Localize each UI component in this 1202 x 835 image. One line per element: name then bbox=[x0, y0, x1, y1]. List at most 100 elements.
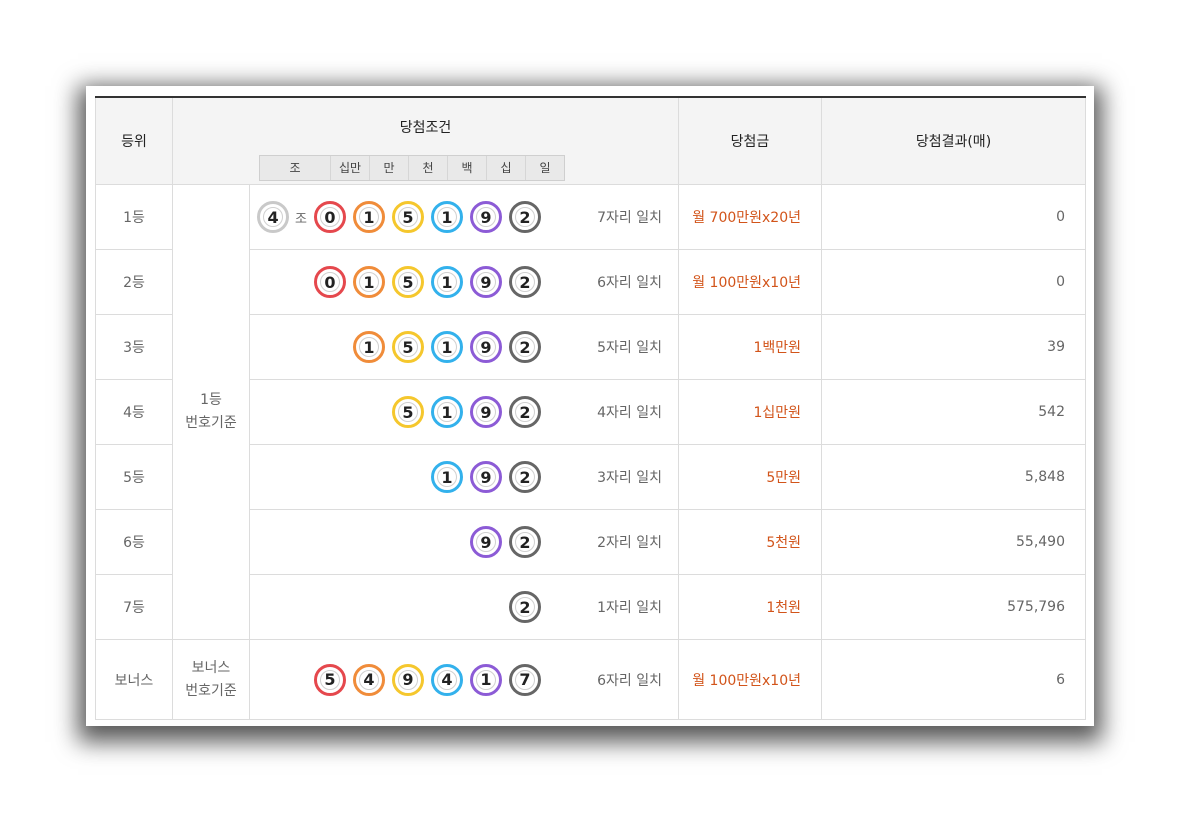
digit-ball-number: 7 bbox=[519, 670, 531, 689]
digit-ball: 9 bbox=[470, 396, 502, 428]
digit-ball-number: 4 bbox=[363, 670, 375, 689]
digit-label-hundred: 백 bbox=[447, 156, 486, 180]
digit-balls: 1 5 1 9 2 bbox=[346, 331, 541, 363]
digit-ball: 1 bbox=[353, 201, 385, 233]
jo-ball: 4 bbox=[257, 201, 290, 233]
match-text: 2자리 일치 bbox=[597, 535, 662, 551]
digit-ball: 1 bbox=[353, 331, 385, 363]
rank-cell: 3등 bbox=[95, 314, 173, 380]
match-text: 3자리 일치 bbox=[597, 470, 662, 486]
match-text: 4자리 일치 bbox=[597, 405, 662, 421]
table-row-bonus: 보너스 보너스 번호기준 5 4 9 4 1 7 6자리 일치 월 100만원x10년 6 bbox=[95, 639, 1086, 720]
table-row: 1등 1등 번호기준 4 조 015192 7자리 일치 월 700만원x20년… bbox=[95, 184, 1086, 640]
digit-ball: 1 bbox=[431, 266, 463, 298]
digit-ball-number: 1 bbox=[363, 337, 375, 357]
digit-ball-number: 9 bbox=[480, 272, 492, 292]
table-header-row: 등위 당첨조건 조 십만 만 천 백 십 일 당첨금 당첨결과(매) bbox=[95, 96, 1086, 185]
balls-cell: 5 4 9 4 1 7 6자리 일치 bbox=[249, 639, 679, 720]
digit-ball: 5 bbox=[314, 663, 346, 696]
digit-label-one: 일 bbox=[525, 156, 564, 180]
digit-ball: 1 bbox=[431, 461, 463, 493]
prize-cell: 1십만원 bbox=[678, 379, 822, 445]
digit-ball-number: 1 bbox=[441, 337, 453, 357]
digit-ball: 9 bbox=[392, 663, 424, 696]
rank-cell: 2등 bbox=[95, 249, 173, 315]
digit-ball: 5 bbox=[392, 396, 424, 428]
digit-ball: 2 bbox=[509, 331, 541, 363]
digit-ball-number: 1 bbox=[480, 670, 492, 689]
balls-cell: 4 조 0 1 5 1 9 2 7자리 일치 bbox=[249, 184, 679, 250]
basis-cell-bonus: 보너스 번호기준 bbox=[172, 639, 250, 720]
digit-ball-number: 4 bbox=[441, 670, 453, 689]
digit-ball-number: 2 bbox=[519, 597, 531, 617]
ball-group: 5 4 9 4 1 7 bbox=[307, 663, 541, 696]
jo-label: 조 bbox=[295, 211, 307, 227]
digit-ball-number: 2 bbox=[519, 467, 531, 487]
digit-ball: 2 bbox=[509, 526, 541, 558]
ball-group: 5 1 9 2 bbox=[385, 396, 541, 428]
header-result: 당첨결과(매) bbox=[821, 96, 1086, 185]
digit-ball: 4 bbox=[353, 663, 385, 696]
digit-ball: 1 bbox=[431, 201, 463, 233]
digit-ball-number: 1 bbox=[363, 207, 375, 227]
digit-ball-number: 0 bbox=[324, 272, 336, 292]
header-rank: 등위 bbox=[95, 96, 173, 185]
rank-cell: 5등 bbox=[95, 444, 173, 510]
prize-cell: 월 700만원x20년 bbox=[678, 184, 822, 250]
basis-main-line2: 번호기준 bbox=[185, 415, 237, 431]
ball-group: 4 조 0 1 5 1 9 2 bbox=[250, 201, 541, 233]
digit-ball: 9 bbox=[470, 201, 502, 233]
digit-ball: 5 bbox=[392, 201, 424, 233]
jo-ball-number: 4 bbox=[267, 207, 279, 227]
digit-ball: 9 bbox=[470, 526, 502, 558]
digit-balls: 0 1 5 1 9 2 bbox=[307, 201, 541, 233]
prize-cell: 1백만원 bbox=[678, 314, 822, 380]
count-cell: 575,796 bbox=[821, 574, 1086, 640]
digit-label-thousand: 천 bbox=[408, 156, 447, 180]
digit-ball-number: 2 bbox=[519, 402, 531, 422]
header-condition: 당첨조건 조 십만 만 천 백 십 일 bbox=[172, 96, 679, 185]
rank-cell: 1등 bbox=[95, 184, 173, 250]
count-cell: 6 bbox=[821, 639, 1086, 720]
digit-ball-number: 9 bbox=[480, 402, 492, 422]
digit-balls: 1 9 2 bbox=[424, 461, 541, 493]
digit-ball: 1 bbox=[431, 396, 463, 428]
balls-cell: 92 2자리 일치 bbox=[249, 509, 679, 575]
digit-ball-number: 1 bbox=[441, 272, 453, 292]
digit-ball: 2 bbox=[509, 201, 541, 233]
header-condition-title: 당첨조건 bbox=[399, 120, 452, 136]
digit-label-hundred-thousand: 십만 bbox=[330, 156, 369, 180]
count-cell: 0 bbox=[821, 184, 1086, 250]
digit-ball-number: 9 bbox=[480, 532, 492, 552]
digit-ball-number: 2 bbox=[519, 337, 531, 357]
rank-cell: 6등 bbox=[95, 509, 173, 575]
winning-conditions-table: 등위 당첨조건 조 십만 만 천 백 십 일 당첨금 당첨결과(매) 1등 1등… bbox=[95, 96, 1086, 720]
header-prize: 당첨금 bbox=[678, 96, 822, 185]
digit-ball-number: 9 bbox=[480, 207, 492, 227]
digit-ball-number: 9 bbox=[480, 337, 492, 357]
match-text: 7자리 일치 bbox=[597, 210, 662, 226]
digit-ball: 1 bbox=[431, 331, 463, 363]
digit-place-labels: 조 십만 만 천 백 십 일 bbox=[259, 155, 565, 181]
match-text: 1자리 일치 bbox=[597, 600, 662, 616]
basis-cell-main: 1등 번호기준 bbox=[172, 184, 250, 640]
count-cell: 542 bbox=[821, 379, 1086, 445]
count-cell: 5,848 bbox=[821, 444, 1086, 510]
digit-ball: 5 bbox=[392, 266, 424, 298]
digit-label-ten-thousand: 만 bbox=[369, 156, 408, 180]
ball-group: 92 bbox=[463, 526, 541, 558]
ball-group: 2 bbox=[502, 591, 541, 623]
digit-label-jo: 조 bbox=[289, 161, 301, 175]
digit-ball: 9 bbox=[470, 266, 502, 298]
digit-ball-number: 1 bbox=[363, 272, 375, 292]
prize-cell: 5천원 bbox=[678, 509, 822, 575]
digit-ball-number: 1 bbox=[441, 402, 453, 422]
digit-ball: 0 bbox=[314, 201, 346, 233]
digit-ball: 1 bbox=[470, 663, 502, 696]
digit-ball: 9 bbox=[470, 461, 502, 493]
digit-ball-number: 9 bbox=[480, 467, 492, 487]
digit-ball: 2 bbox=[509, 461, 541, 493]
digit-balls: 5 4 9 4 1 7 bbox=[307, 663, 541, 696]
digit-ball: 2 bbox=[509, 396, 541, 428]
digit-ball-number: 5 bbox=[402, 207, 414, 227]
